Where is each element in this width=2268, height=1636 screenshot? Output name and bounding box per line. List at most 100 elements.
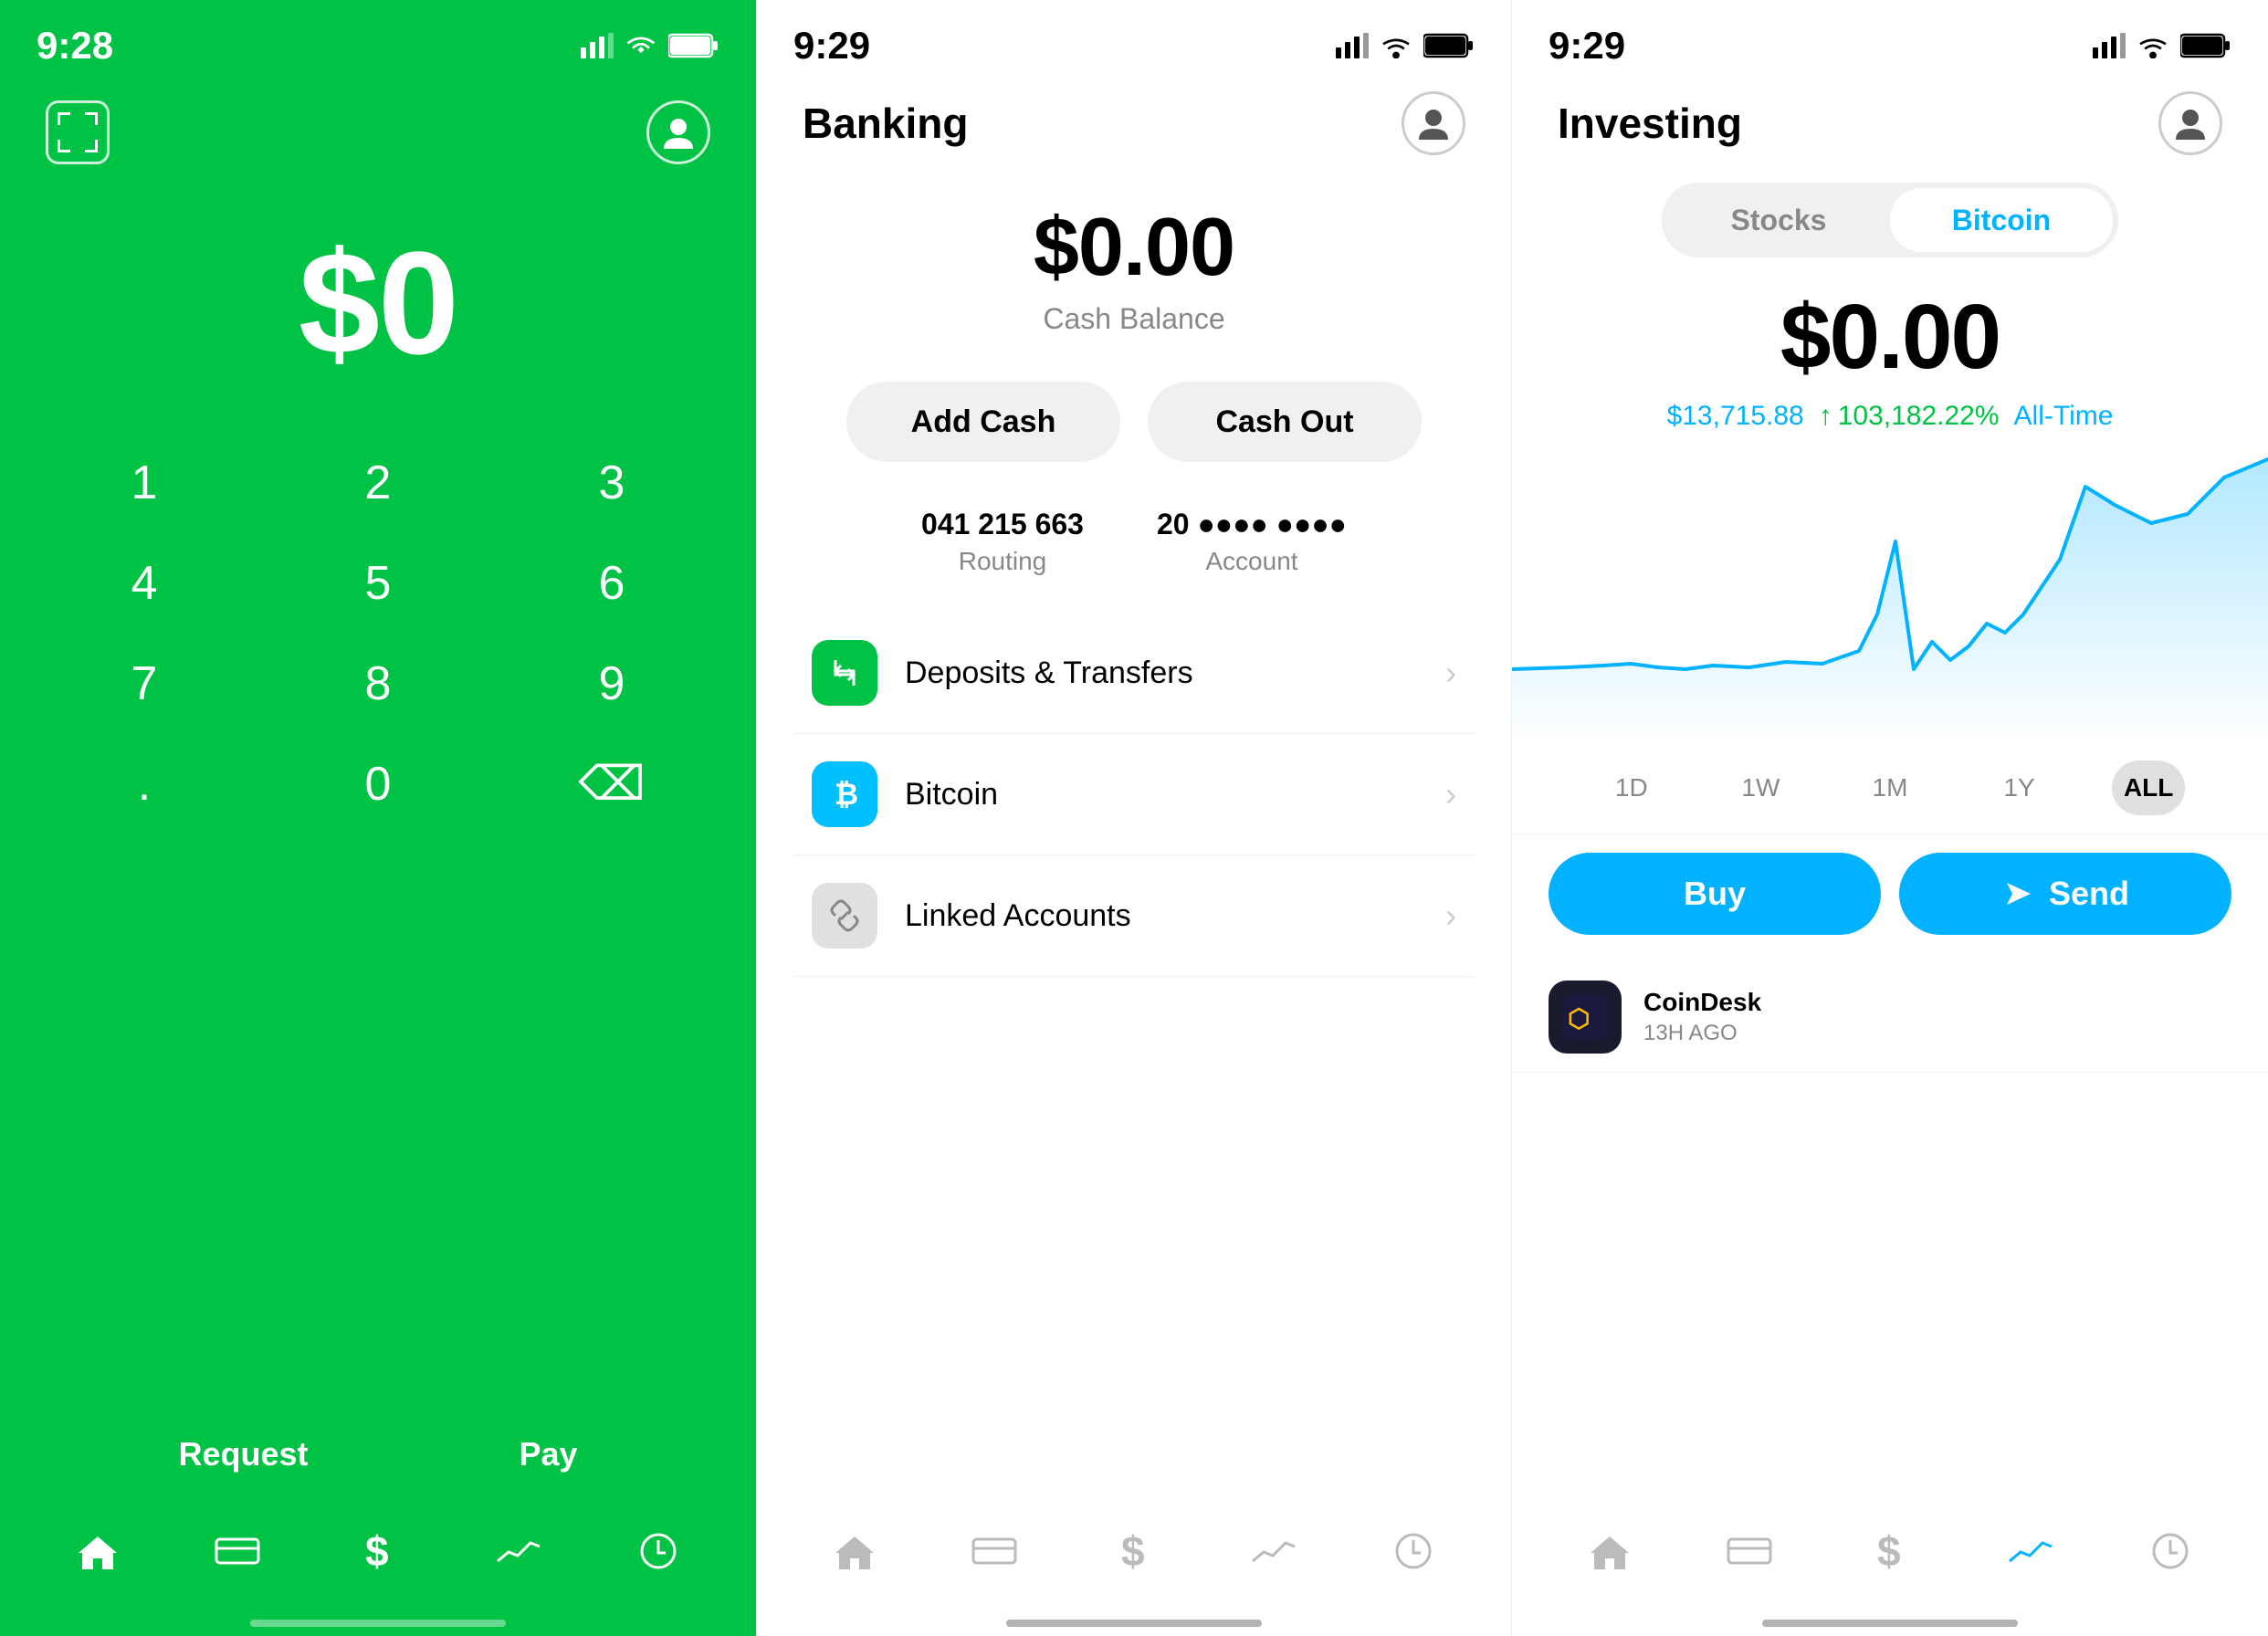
send-button[interactable]: Send	[1899, 853, 2231, 935]
nav-investing-2[interactable]	[1237, 1524, 1310, 1578]
signal-icon-3	[2093, 33, 2126, 58]
clock-icon-2	[1395, 1533, 1432, 1569]
nav-card-3[interactable]	[1713, 1524, 1786, 1578]
numpad: 1 2 3 4 5 6 7 8 9 . 0 ⌫	[0, 442, 756, 1417]
deposits-transfers-item[interactable]: Deposits & Transfers ›	[793, 613, 1475, 734]
pay-button[interactable]: Pay	[519, 1435, 577, 1473]
key-1[interactable]: 1	[53, 442, 236, 524]
scan-icon	[58, 112, 98, 152]
invest-action-buttons: Buy Send	[1512, 834, 2268, 953]
nav-dollar-2[interactable]: $	[1097, 1524, 1171, 1578]
time-1d[interactable]: 1D	[1595, 760, 1668, 815]
cash-out-button[interactable]: Cash Out	[1148, 382, 1422, 462]
nav-home-2[interactable]	[818, 1524, 891, 1578]
request-button[interactable]: Request	[178, 1435, 308, 1473]
nav-card-2[interactable]	[958, 1524, 1031, 1578]
time-1w[interactable]: 1W	[1724, 760, 1797, 815]
scan-corner-tl	[58, 112, 70, 125]
key-2[interactable]: 2	[287, 442, 469, 524]
nav-activity-1[interactable]	[622, 1524, 695, 1578]
dollar-icon-2: $	[1118, 1529, 1150, 1573]
scan-corner-tr	[85, 112, 98, 125]
key-9[interactable]: 9	[520, 643, 703, 725]
bottom-nav-2: $	[757, 1501, 1511, 1620]
time-all[interactable]: ALL	[2112, 760, 2185, 815]
coindesk-icon: ⬡	[1549, 981, 1622, 1054]
profile-button-2[interactable]	[1402, 91, 1465, 155]
routing-item: 041 215 663 Routing	[921, 508, 1084, 576]
transfer-arrows-icon	[828, 656, 861, 689]
home-icon-3	[1589, 1533, 1631, 1569]
routing-section: 041 215 663 Routing 20 ●●●● ●●●● Account	[757, 508, 1511, 576]
key-7[interactable]: 7	[53, 643, 236, 725]
nav-dollar-1[interactable]: $	[341, 1524, 415, 1578]
invest-balance-num: $0.00	[1512, 285, 2268, 390]
key-5[interactable]: 5	[287, 542, 469, 624]
stocks-tab[interactable]: Stocks	[1667, 188, 1890, 252]
numpad-row-4: . 0 ⌫	[27, 743, 729, 825]
panel-banking: 9:29 Banking	[756, 0, 1512, 1636]
buy-button[interactable]: Buy	[1549, 853, 1881, 935]
news-source-1: CoinDesk	[1643, 988, 2231, 1017]
profile-button[interactable]	[646, 100, 710, 164]
key-backspace[interactable]: ⌫	[520, 743, 703, 825]
main-balance: $0	[299, 219, 457, 387]
news-time-1: 13H AGO	[1643, 1021, 2231, 1046]
banking-menu: Deposits & Transfers › ₿ Bitcoin › Link	[757, 613, 1511, 977]
time-1m[interactable]: 1M	[1853, 760, 1927, 815]
send-label: Send	[2049, 875, 2129, 913]
news-item-1[interactable]: ⬡ CoinDesk 13H AGO	[1512, 962, 2268, 1073]
signal-icon-2	[1336, 33, 1369, 58]
investing-header: Investing	[1512, 73, 2268, 155]
account-label: Account	[1157, 547, 1347, 576]
key-0[interactable]: 0	[287, 743, 469, 825]
chevron-icon-2: ›	[1445, 775, 1456, 813]
bitcoin-b-icon: ₿	[827, 777, 862, 812]
news-content-1: CoinDesk 13H AGO	[1643, 988, 2231, 1046]
time-display-2: 9:29	[793, 24, 870, 68]
avatar-icon-2	[1415, 105, 1452, 142]
chevron-icon-3: ›	[1445, 897, 1456, 935]
nav-investing-1[interactable]	[482, 1524, 555, 1578]
scan-corner-br	[85, 140, 98, 152]
nav-activity-2[interactable]	[1377, 1524, 1450, 1578]
scan-corner-bl	[58, 140, 70, 152]
nav-investing-3[interactable]	[1994, 1524, 2067, 1578]
dollar-icon-3: $	[1874, 1529, 1906, 1573]
svg-text:$: $	[1877, 1529, 1901, 1573]
key-dot[interactable]: .	[53, 743, 236, 825]
nav-card-1[interactable]	[201, 1524, 274, 1578]
battery-icon-3	[2180, 33, 2231, 58]
svg-text:$: $	[1121, 1529, 1145, 1573]
banking-header: Banking	[757, 73, 1511, 155]
linked-accounts-item[interactable]: Linked Accounts ›	[793, 855, 1475, 977]
add-cash-button[interactable]: Add Cash	[846, 382, 1120, 462]
clock-icon-3	[2152, 1533, 2189, 1569]
time-1y[interactable]: 1Y	[1983, 760, 2056, 815]
nav-home-1[interactable]	[61, 1524, 134, 1578]
key-3[interactable]: 3	[520, 442, 703, 524]
clock-icon	[640, 1533, 677, 1569]
time-display-3: 9:29	[1549, 24, 1625, 68]
profile-button-3[interactable]	[2158, 91, 2222, 155]
nav-home-3[interactable]	[1573, 1524, 1646, 1578]
key-6[interactable]: 6	[520, 542, 703, 624]
home-icon	[77, 1533, 119, 1569]
key-4[interactable]: 4	[53, 542, 236, 624]
stat-amount: $13,715.88	[1667, 401, 1804, 432]
bitcoin-tab[interactable]: Bitcoin	[1890, 188, 2113, 252]
chevron-icon-1: ›	[1445, 654, 1456, 692]
svg-text:⬡: ⬡	[1568, 1004, 1590, 1033]
banking-balance-section: $0.00 Cash Balance	[757, 201, 1511, 336]
bitcoin-menu-item[interactable]: ₿ Bitcoin ›	[793, 734, 1475, 855]
wifi-icon-3	[2137, 33, 2169, 58]
status-icons-2	[1336, 33, 1475, 58]
chart-line-icon	[496, 1534, 541, 1568]
arrow-up-icon: ↑	[1819, 401, 1832, 432]
scan-button[interactable]	[46, 100, 110, 164]
nav-dollar-3[interactable]: $	[1853, 1524, 1927, 1578]
time-display-1: 9:28	[37, 24, 113, 68]
wifi-icon	[625, 33, 657, 58]
nav-activity-3[interactable]	[2134, 1524, 2207, 1578]
key-8[interactable]: 8	[287, 643, 469, 725]
